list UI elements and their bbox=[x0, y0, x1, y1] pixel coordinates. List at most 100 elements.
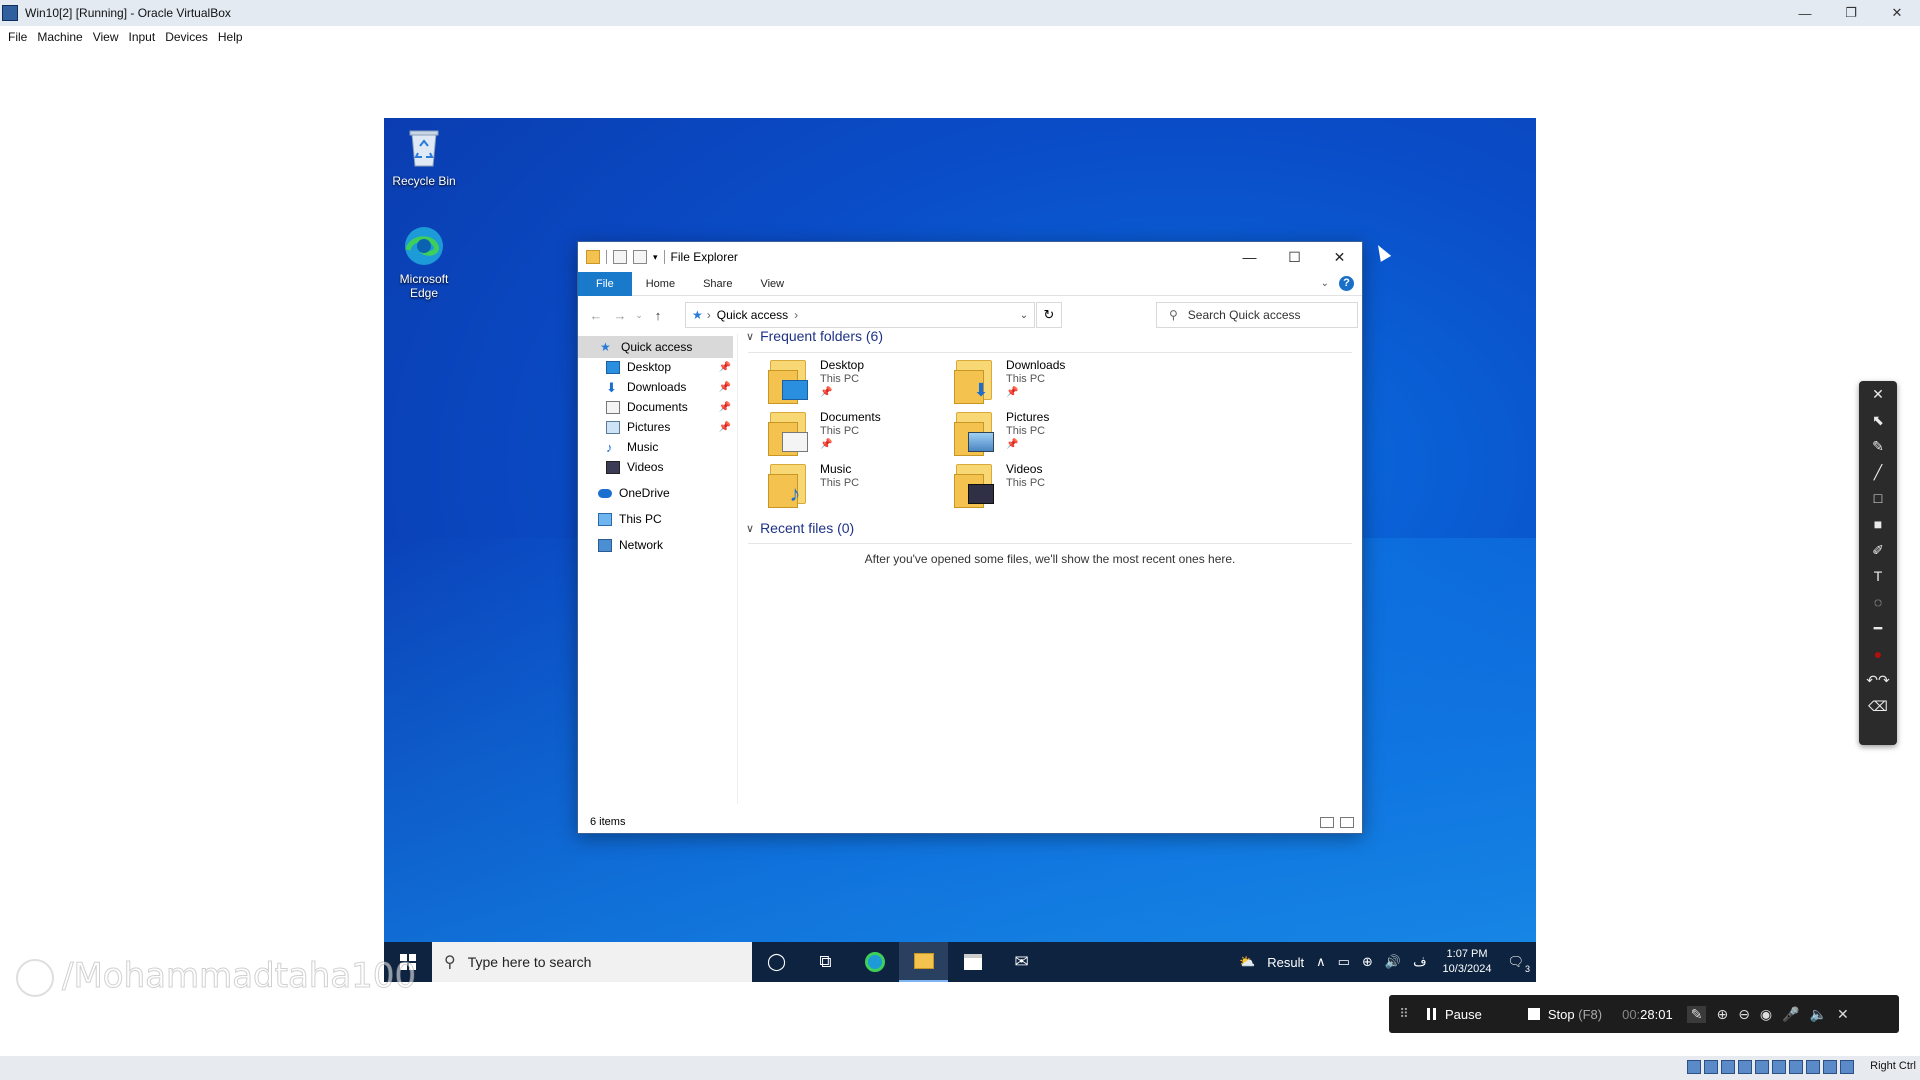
pin-icon[interactable]: 📌 bbox=[719, 382, 731, 393]
sidebar-item-music[interactable]: ♪ Music bbox=[578, 436, 733, 458]
search-box[interactable]: ⚲ Search Quick access bbox=[1156, 302, 1358, 328]
text-icon[interactable]: T bbox=[1859, 563, 1897, 589]
pointer-icon[interactable]: ⬉ bbox=[1859, 407, 1897, 433]
menu-input[interactable]: Input bbox=[129, 30, 156, 44]
folder-tile-pictures[interactable]: Pictures This PC 📌 bbox=[954, 408, 1164, 464]
store-icon[interactable] bbox=[948, 942, 997, 982]
show-hidden-icons-icon[interactable]: ∧ bbox=[1316, 954, 1326, 970]
stroke-width-icon[interactable]: ━ bbox=[1859, 615, 1897, 641]
drag-handle-icon[interactable]: ⠿ bbox=[1389, 1006, 1419, 1022]
speaker-icon[interactable]: 🔈 bbox=[1810, 1006, 1827, 1023]
clear-icon[interactable]: ⌫ bbox=[1859, 693, 1897, 719]
taskbar-search-box[interactable]: ⚲ Type here to search bbox=[432, 942, 752, 982]
highlighter-icon[interactable]: ✐ bbox=[1859, 537, 1897, 563]
pin-icon[interactable]: 📌 bbox=[719, 402, 731, 413]
shared-folder-status-icon[interactable] bbox=[1772, 1060, 1786, 1074]
pin-icon[interactable]: 📌 bbox=[719, 362, 731, 373]
tab-share[interactable]: Share bbox=[689, 272, 746, 296]
help-icon[interactable]: ? bbox=[1339, 276, 1354, 291]
frequent-folders-header[interactable]: ∨ Frequent folders (6) bbox=[746, 328, 883, 344]
folder-tile-downloads[interactable]: ⬇ Downloads This PC 📌 bbox=[954, 356, 1164, 412]
weather-text[interactable]: Result bbox=[1267, 955, 1304, 970]
back-arrow-icon[interactable]: ← bbox=[584, 308, 608, 323]
rectangle-icon[interactable]: □ bbox=[1859, 485, 1897, 511]
sidebar-item-quick-access[interactable]: ★ Quick access bbox=[578, 336, 733, 358]
undo-redo-icon[interactable]: ↶↷ bbox=[1859, 667, 1897, 693]
properties-icon[interactable] bbox=[613, 250, 627, 264]
sidebar-item-pictures[interactable]: Pictures 📌 bbox=[578, 416, 733, 438]
menu-help[interactable]: Help bbox=[218, 30, 243, 44]
host-restore-button[interactable]: ❐ bbox=[1828, 0, 1874, 26]
zoom-in-icon[interactable]: ⊕ bbox=[1716, 1006, 1728, 1023]
pin-icon[interactable]: 📌 bbox=[719, 422, 731, 433]
breadcrumb-separator-icon[interactable]: › bbox=[794, 308, 798, 322]
refresh-button[interactable]: ↻ bbox=[1036, 302, 1062, 328]
display-status-icon[interactable] bbox=[1789, 1060, 1803, 1074]
desktop-icon-recycle-bin[interactable]: Recycle Bin bbox=[384, 126, 464, 188]
desktop-icon-edge[interactable]: Microsoft Edge bbox=[384, 224, 464, 300]
pencil-icon[interactable]: ✎ bbox=[1859, 433, 1897, 459]
folder-tile-desktop[interactable]: Desktop This PC 📌 bbox=[768, 356, 978, 412]
pen-icon[interactable]: ✎ bbox=[1686, 1005, 1707, 1023]
eraser-icon[interactable]: ◌ bbox=[1859, 589, 1897, 615]
volume-icon[interactable]: 🔊 bbox=[1385, 954, 1401, 970]
tab-view[interactable]: View bbox=[746, 272, 798, 296]
forward-arrow-icon[interactable]: → bbox=[608, 308, 632, 323]
sidebar-item-network[interactable]: Network bbox=[578, 534, 733, 556]
folder-tile-videos[interactable]: Videos This PC bbox=[954, 460, 1164, 516]
recording-status-icon[interactable] bbox=[1806, 1060, 1820, 1074]
notification-center-icon[interactable]: 🗨 3 bbox=[1507, 954, 1530, 974]
tab-home[interactable]: Home bbox=[632, 272, 689, 296]
new-folder-icon[interactable] bbox=[633, 250, 647, 264]
sidebar-item-this-pc[interactable]: This PC bbox=[578, 508, 733, 530]
stop-button[interactable]: Stop (F8) bbox=[1527, 1007, 1602, 1022]
address-history-icon[interactable]: ⌄ bbox=[1014, 310, 1034, 321]
folder-tile-music[interactable]: ♪ Music This PC bbox=[768, 460, 978, 516]
filled-rectangle-icon[interactable]: ■ bbox=[1859, 511, 1897, 537]
audio-status-icon[interactable] bbox=[1721, 1060, 1735, 1074]
sidebar-item-onedrive[interactable]: OneDrive bbox=[578, 482, 733, 504]
menu-view[interactable]: View bbox=[93, 30, 119, 44]
large-icons-view-icon[interactable] bbox=[1340, 816, 1354, 828]
zoom-out-icon[interactable]: ⊖ bbox=[1738, 1006, 1750, 1023]
task-view-icon[interactable]: ⧉ bbox=[801, 942, 850, 982]
file-explorer-taskbar-icon[interactable] bbox=[899, 942, 948, 982]
explorer-close-button[interactable]: ✕ bbox=[1317, 242, 1362, 272]
language-icon[interactable]: ﻑ bbox=[1413, 954, 1426, 970]
cortana-icon[interactable]: ◯ bbox=[752, 942, 801, 982]
breadcrumb-quick-access[interactable]: Quick access bbox=[717, 308, 788, 322]
sidebar-item-videos[interactable]: Videos bbox=[578, 456, 733, 478]
sidebar-item-desktop[interactable]: Desktop 📌 bbox=[578, 356, 733, 378]
sidebar-item-documents[interactable]: Documents 📌 bbox=[578, 396, 733, 418]
menu-machine[interactable]: Machine bbox=[37, 30, 82, 44]
host-minimize-button[interactable]: — bbox=[1782, 0, 1828, 26]
network-globe-icon[interactable]: ⊕ bbox=[1362, 954, 1373, 970]
mouse-integration-icon[interactable] bbox=[1840, 1060, 1854, 1074]
recent-locations-icon[interactable]: ⌄ bbox=[632, 310, 646, 321]
color-swatch-icon[interactable]: ● bbox=[1859, 641, 1897, 667]
network-status-icon[interactable] bbox=[1738, 1060, 1752, 1074]
pause-button[interactable]: Pause bbox=[1427, 1007, 1482, 1022]
hdd-status-icon[interactable] bbox=[1687, 1060, 1701, 1074]
microphone-icon[interactable]: 🎤 bbox=[1782, 1006, 1799, 1023]
sidebar-item-downloads[interactable]: ⬇ Downloads 📌 bbox=[578, 376, 733, 398]
explorer-minimize-button[interactable]: — bbox=[1227, 242, 1272, 272]
mail-icon[interactable]: ✉ bbox=[997, 942, 1046, 982]
menu-file[interactable]: File bbox=[8, 30, 27, 44]
recent-files-header[interactable]: ∨ Recent files (0) bbox=[746, 520, 854, 536]
battery-icon[interactable]: ▭ bbox=[1338, 954, 1350, 970]
expand-ribbon-icon[interactable]: ⌄ bbox=[1321, 278, 1329, 289]
host-close-button[interactable]: ✕ bbox=[1874, 0, 1920, 26]
folder-tile-documents[interactable]: Documents This PC 📌 bbox=[768, 408, 978, 464]
customize-qat-icon[interactable]: ▾ bbox=[653, 252, 658, 263]
tab-file[interactable]: File bbox=[578, 271, 632, 296]
collapse-chevron-icon[interactable]: ∨ bbox=[746, 330, 754, 343]
explorer-maximize-button[interactable]: ☐ bbox=[1272, 242, 1317, 272]
edge-taskbar-icon[interactable] bbox=[850, 942, 899, 982]
clock[interactable]: 1:07 PM 10/3/2024 bbox=[1443, 947, 1492, 977]
collapse-chevron-icon[interactable]: ∨ bbox=[746, 522, 754, 535]
cpu-status-icon[interactable] bbox=[1823, 1060, 1837, 1074]
usb-status-icon[interactable] bbox=[1755, 1060, 1769, 1074]
close-icon[interactable]: ✕ bbox=[1859, 381, 1897, 407]
address-bar[interactable]: ★ › Quick access › ⌄ bbox=[685, 302, 1035, 328]
